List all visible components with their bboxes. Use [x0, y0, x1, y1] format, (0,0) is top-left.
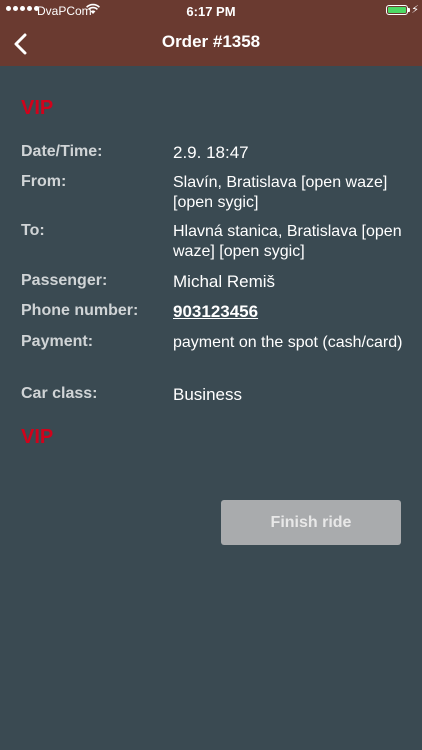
battery-level: [388, 7, 406, 13]
from-label: From:: [21, 173, 67, 190]
vip-badge-bottom: VIP: [21, 426, 54, 448]
navigation-bar: Order #1358: [0, 22, 422, 66]
finish-ride-button[interactable]: Finish ride: [221, 500, 401, 545]
from-open-waze-link[interactable]: [open waze]: [301, 174, 387, 191]
vip-badge-top: VIP: [21, 97, 54, 119]
phone-value-wrap: 903123456: [173, 302, 405, 323]
page-title: Order #1358: [161, 32, 261, 51]
datetime-value: 2.9. 18:47: [173, 143, 249, 162]
car-class-label: Car class:: [21, 385, 98, 402]
battery-icon: [386, 5, 410, 15]
payment-label: Payment:: [21, 333, 94, 350]
passenger-value: Michal Remiš: [173, 272, 276, 291]
status-bar: DvaPCom 6:17 PM ⚡: [0, 0, 422, 22]
status-time: 6:17 PM: [186, 4, 236, 19]
to-value: Hlavná stanica, Bratislava [open waze] […: [173, 222, 405, 262]
payment-value: payment on the spot (cash/card): [173, 334, 403, 351]
to-address: Hlavná stanica, Bratislava: [173, 223, 358, 240]
to-open-sygic-link[interactable]: [open sygic]: [219, 243, 304, 260]
from-address: Slavín, Bratislava: [173, 174, 297, 191]
datetime-label: Date/Time:: [21, 143, 103, 160]
charging-icon: ⚡: [411, 4, 419, 16]
phone-label: Phone number:: [21, 302, 139, 319]
from-value: Slavín, Bratislava [open waze] [open syg…: [173, 173, 405, 213]
passenger-label: Passenger:: [21, 272, 108, 289]
phone-number-link[interactable]: 903123456: [173, 302, 258, 321]
top-header: DvaPCom 6:17 PM ⚡ Order #1358: [0, 0, 422, 66]
from-open-sygic-link[interactable]: [open sygic]: [173, 194, 258, 211]
car-class-value: Business: [173, 385, 242, 404]
to-label: To:: [21, 222, 45, 239]
